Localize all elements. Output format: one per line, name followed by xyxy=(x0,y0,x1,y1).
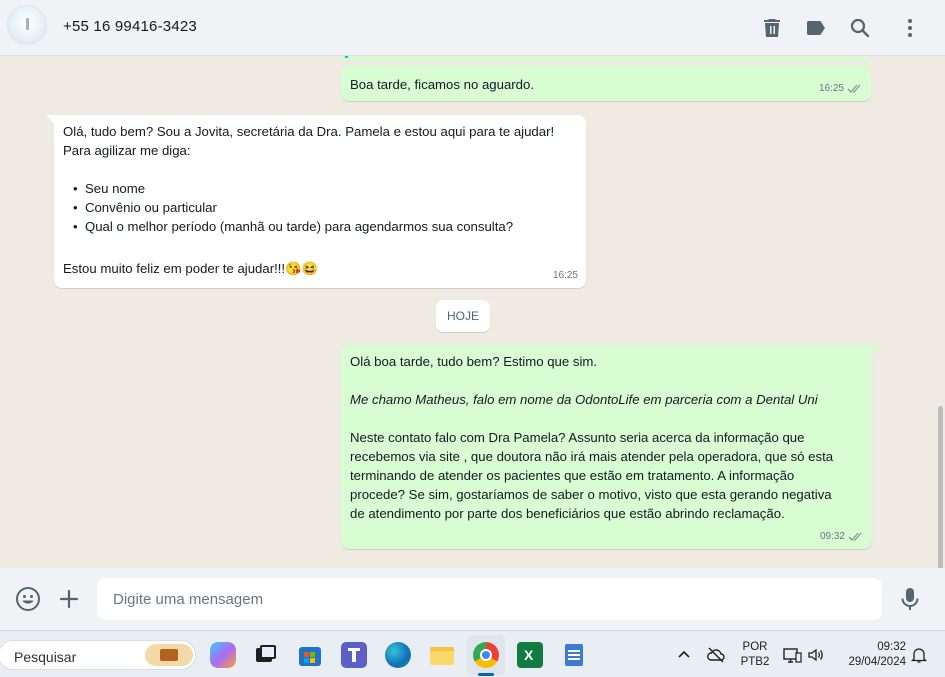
bullet-item: • Seu nome xyxy=(73,181,146,196)
message-bubble-outgoing[interactable]: Boa tarde, ficamos no aguardo. 16:25 xyxy=(341,65,871,101)
volume-icon[interactable] xyxy=(806,645,826,665)
notification-bell-icon[interactable] xyxy=(910,646,928,664)
message-line: Para agilizar me diga: xyxy=(63,143,191,158)
message-line: terminando de atender os pacientes que e… xyxy=(350,468,795,483)
edge-icon[interactable] xyxy=(385,642,411,668)
excel-icon[interactable]: X xyxy=(517,642,543,668)
message-meta: 09:32 xyxy=(820,527,864,546)
message-line: Me chamo Matheus, falo em nome da Odonto… xyxy=(350,392,818,407)
scrollbar[interactable] xyxy=(938,406,943,568)
bubble-tail xyxy=(871,345,880,355)
windows-taskbar: Pesquisar X POR PTB2 09:32 29/04/2024 xyxy=(0,630,945,677)
message-time: 16:25 xyxy=(818,83,844,94)
message-bubble-incoming[interactable]: Olá, tudo bem? Sou a Jovita, secretária … xyxy=(54,115,586,288)
bubble-tail xyxy=(46,115,55,125)
microsoft-store-icon[interactable] xyxy=(297,642,323,668)
copilot-icon[interactable] xyxy=(210,642,236,668)
clock[interactable]: 09:32 29/04/2024 xyxy=(838,640,906,670)
message-meta: 16:25 xyxy=(819,79,863,98)
message-bubble-outgoing[interactable]: Olá boa tarde, tudo bem? Estimo que sim.… xyxy=(341,345,872,549)
chat-header: +55 16 99416-3423 xyxy=(0,0,945,56)
taskbar-search-placeholder: Pesquisar xyxy=(14,649,77,665)
previous-message-fragment xyxy=(341,56,871,60)
microphone-icon[interactable] xyxy=(898,586,922,612)
attach-plus-icon[interactable] xyxy=(57,587,81,611)
clock-date: 29/04/2024 xyxy=(848,656,906,668)
trash-icon[interactable] xyxy=(760,16,784,40)
message-line: procede? Se sim, gostaríamos de saber o … xyxy=(350,487,832,502)
message-meta: 16:25 xyxy=(553,266,578,285)
more-options-icon[interactable] xyxy=(898,16,922,40)
bullet-item: • Convênio ou particular xyxy=(73,200,217,215)
task-view-icon[interactable] xyxy=(253,642,279,668)
message-composer xyxy=(0,568,945,630)
file-explorer-icon[interactable] xyxy=(429,642,455,668)
notepad-icon[interactable] xyxy=(561,642,587,668)
emoji-icon[interactable] xyxy=(15,586,41,612)
taskbar-search[interactable]: Pesquisar xyxy=(0,640,196,670)
clock-time: 09:32 xyxy=(877,641,906,653)
search-icon[interactable] xyxy=(848,16,872,40)
message-text: Boa tarde, ficamos no aguardo. xyxy=(350,77,535,92)
contact-avatar[interactable] xyxy=(7,5,47,45)
message-time: 16:25 xyxy=(552,270,578,281)
active-indicator xyxy=(478,673,494,676)
read-ticks-icon xyxy=(847,84,861,93)
message-line: recebemos via site , que doutora não irá… xyxy=(350,449,834,464)
message-time: 09:32 xyxy=(819,531,845,542)
bullet-item: • Qual o melhor período (manhã ou tarde)… xyxy=(73,219,514,234)
message-line: Neste contato falo com Dra Pamela? Assun… xyxy=(350,430,805,445)
message-line: Olá boa tarde, tudo bem? Estimo que sim. xyxy=(350,354,598,369)
label-icon[interactable] xyxy=(804,16,828,40)
chevron-up-icon[interactable] xyxy=(676,647,692,663)
cloud-off-icon[interactable] xyxy=(706,645,726,665)
message-line: Estou muito feliz em poder te ajudar!!!😘… xyxy=(63,261,318,276)
chrome-icon[interactable] xyxy=(473,642,499,668)
message-list[interactable]: Boa tarde, ficamos no aguardo. 16:25 Olá… xyxy=(0,56,945,568)
language-indicator[interactable]: POR PTB2 xyxy=(738,640,772,670)
teams-icon[interactable] xyxy=(341,642,367,668)
message-line: Olá, tudo bem? Sou a Jovita, secretária … xyxy=(63,124,555,139)
network-icon[interactable] xyxy=(782,645,802,665)
contact-name[interactable]: +55 16 99416-3423 xyxy=(63,18,197,35)
delivered-ticks-icon xyxy=(848,532,862,541)
briefcase-icon[interactable] xyxy=(145,644,193,666)
date-divider: HOJE xyxy=(436,300,490,332)
message-input[interactable] xyxy=(97,578,882,620)
message-line: de atendimento por parte dos beneficiári… xyxy=(350,506,785,521)
